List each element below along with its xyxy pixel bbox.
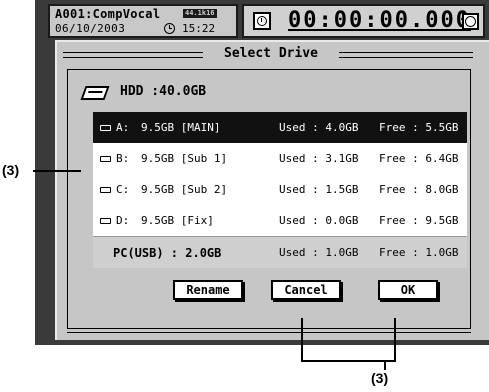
drive-size: 9.5GB [Fix] xyxy=(141,214,214,227)
timer-icon[interactable] xyxy=(253,12,271,30)
drive-size: 9.5GB [Sub 1] xyxy=(141,152,228,165)
hdd-icon xyxy=(80,86,110,100)
select-drive-dialog: Select Drive HDD :40.0GB A: 9.5GB [MAIN]… xyxy=(55,40,489,340)
drive-free: Free : 5.5GB xyxy=(379,121,459,134)
title-rule-right xyxy=(339,52,473,58)
callout-line-ok xyxy=(394,318,396,362)
callout-line-drop xyxy=(384,360,386,370)
drive-list: A: 9.5GB [MAIN] Used : 4.0GB Free : 5.5G… xyxy=(93,112,467,268)
callout-label-buttons: (3) xyxy=(371,370,389,386)
song-info-panel: A001:CompVocal 44.1k16 06/10/2003 15:22 xyxy=(48,4,238,38)
hdd-capacity-label: HDD :40.0GB xyxy=(120,84,207,99)
song-time: 15:22 xyxy=(182,22,216,35)
drive-size: 9.5GB [MAIN] xyxy=(141,121,221,134)
callout-line-cancel xyxy=(301,318,303,362)
rename-button[interactable]: Rename xyxy=(173,280,243,300)
pc-usb-row[interactable]: PC(USB) : 2.0GB Used : 1.0GB Free : 1.0G… xyxy=(93,236,467,268)
drive-icon xyxy=(100,125,111,131)
drive-letter: A: xyxy=(116,121,130,134)
callout-line-join xyxy=(301,360,396,362)
drive-letter: B: xyxy=(116,152,130,165)
drive-free: Free : 6.4GB xyxy=(379,152,459,165)
song-date: 06/10/2003 xyxy=(55,22,126,35)
pc-free: Free : 1.0GB xyxy=(379,246,459,259)
drive-row-a[interactable]: A: 9.5GB [MAIN] Used : 4.0GB Free : 5.5G… xyxy=(93,112,467,143)
callout-label-drive-list: (3) xyxy=(2,162,20,178)
dialog-title: Select Drive xyxy=(224,46,318,61)
pc-usb-label: PC(USB) : 2.0GB xyxy=(113,246,222,260)
drive-used: Used : 0.0GB xyxy=(279,214,359,227)
drive-used: Used : 4.0GB xyxy=(279,121,359,134)
drive-icon xyxy=(100,218,111,224)
song-name: A001:CompVocal xyxy=(55,7,161,21)
sample-rate-badge: 44.1k16 xyxy=(183,9,217,18)
drive-row-b[interactable]: B: 9.5GB [Sub 1] Used : 3.1GB Free : 6.4… xyxy=(93,143,467,174)
dialog-bottom-rule xyxy=(67,332,471,333)
drive-letter: C: xyxy=(116,183,130,196)
drive-used: Used : 1.5GB xyxy=(279,183,359,196)
drive-icon xyxy=(100,187,111,193)
ok-button[interactable]: OK xyxy=(378,280,438,300)
drive-row-d[interactable]: D: 9.5GB [Fix] Used : 0.0GB Free : 9.5GB xyxy=(93,205,467,236)
drive-used: Used : 3.1GB xyxy=(279,152,359,165)
drive-free: Free : 8.0GB xyxy=(379,183,459,196)
counter-panel: 00:00:00.000 xyxy=(242,4,485,38)
drive-letter: D: xyxy=(116,214,130,227)
clock-icon xyxy=(164,23,175,34)
alarm-icon[interactable] xyxy=(462,13,479,30)
drive-free: Free : 9.5GB xyxy=(379,214,459,227)
cancel-button[interactable]: Cancel xyxy=(271,280,341,300)
title-rule-left xyxy=(63,52,203,58)
dialog-body: HDD :40.0GB A: 9.5GB [MAIN] Used : 4.0GB… xyxy=(67,69,471,329)
drive-icon xyxy=(100,156,111,162)
time-counter: 00:00:00.000 xyxy=(288,8,471,33)
dialog-title-bar: Select Drive xyxy=(57,45,477,65)
drive-size: 9.5GB [Sub 2] xyxy=(141,183,228,196)
drive-row-c[interactable]: C: 9.5GB [Sub 2] Used : 1.5GB Free : 8.0… xyxy=(93,174,467,205)
pc-used: Used : 1.0GB xyxy=(279,246,359,259)
callout-line-left xyxy=(33,170,81,172)
device-screen: A001:CompVocal 44.1k16 06/10/2003 15:22 … xyxy=(35,0,489,345)
